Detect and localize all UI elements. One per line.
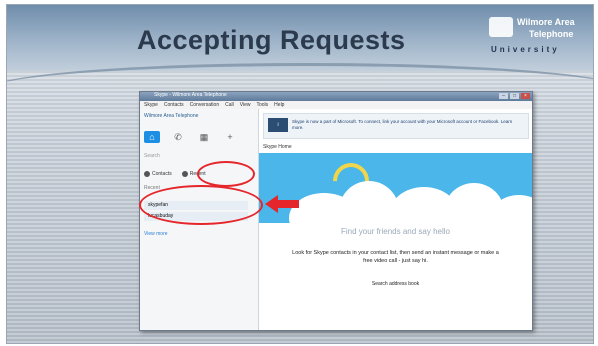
logo-mark-icon xyxy=(489,17,513,37)
menu-bar: Skype Contacts Conversation Call View To… xyxy=(140,101,532,109)
slide-title: Accepting Requests xyxy=(137,25,406,55)
dialpad-icon[interactable]: ▦ xyxy=(196,131,212,143)
search-address-book-button[interactable]: Search address book xyxy=(259,281,532,287)
logo-line-2: Telephone xyxy=(529,29,574,39)
logo-line-1: Wilmore Area xyxy=(517,17,575,27)
highlight-circle-requests xyxy=(139,185,263,225)
find-friends-description: Look for Skype contacts in your contact … xyxy=(292,250,499,264)
minimize-button[interactable]: – xyxy=(499,93,508,99)
clock-icon xyxy=(181,171,188,177)
person-icon xyxy=(144,171,150,177)
menu-view[interactable]: View xyxy=(240,101,251,109)
red-arrow-icon xyxy=(265,195,299,213)
search-input[interactable]: Search xyxy=(144,153,160,159)
main-panel: i Skype is now a part of Microsoft. To c… xyxy=(259,109,532,330)
close-button[interactable]: × xyxy=(521,93,530,99)
main-header: Skype Home xyxy=(263,144,292,150)
contacts-button[interactable]: Contacts xyxy=(144,171,172,177)
profile-name[interactable]: Wilmore Area Telephone xyxy=(144,113,198,119)
window-title: Skype - Wilmore Area Telephone xyxy=(154,92,227,98)
highlight-circle-recent xyxy=(197,161,255,187)
notice-info-icon: i xyxy=(268,118,288,132)
logo-line-3: University xyxy=(491,45,560,54)
menu-skype[interactable]: Skype xyxy=(144,101,158,109)
university-logo: Wilmore Area Telephone University xyxy=(489,15,583,59)
notice-text: Skype is now a part of Microsoft. To con… xyxy=(292,119,513,130)
add-contact-icon[interactable]: + xyxy=(222,131,238,143)
find-friends-title: Find your friends and say hello xyxy=(341,227,450,236)
call-icon[interactable]: ✆ xyxy=(170,131,186,143)
view-more-link[interactable]: View more xyxy=(144,231,168,237)
home-icon[interactable]: ⌂ xyxy=(144,131,160,143)
window-controls: – □ × xyxy=(499,93,530,99)
contacts-label: Contacts xyxy=(152,171,172,177)
notice-banner: i Skype is now a part of Microsoft. To c… xyxy=(263,113,529,139)
menu-tools[interactable]: Tools xyxy=(256,101,268,109)
presentation-slide: Accepting Requests Wilmore Area Telephon… xyxy=(6,4,594,344)
window-titlebar: Skype - Wilmore Area Telephone – □ × xyxy=(140,92,532,101)
menu-conversation[interactable]: Conversation xyxy=(190,101,219,109)
sidebar-icon-row: ⌂ ✆ ▦ + xyxy=(144,131,238,143)
menu-contacts[interactable]: Contacts xyxy=(164,101,184,109)
arrow-shaft xyxy=(277,200,299,208)
menu-call[interactable]: Call xyxy=(225,101,234,109)
hero-banner xyxy=(259,153,532,223)
maximize-button[interactable]: □ xyxy=(510,93,519,99)
menu-help[interactable]: Help xyxy=(274,101,284,109)
